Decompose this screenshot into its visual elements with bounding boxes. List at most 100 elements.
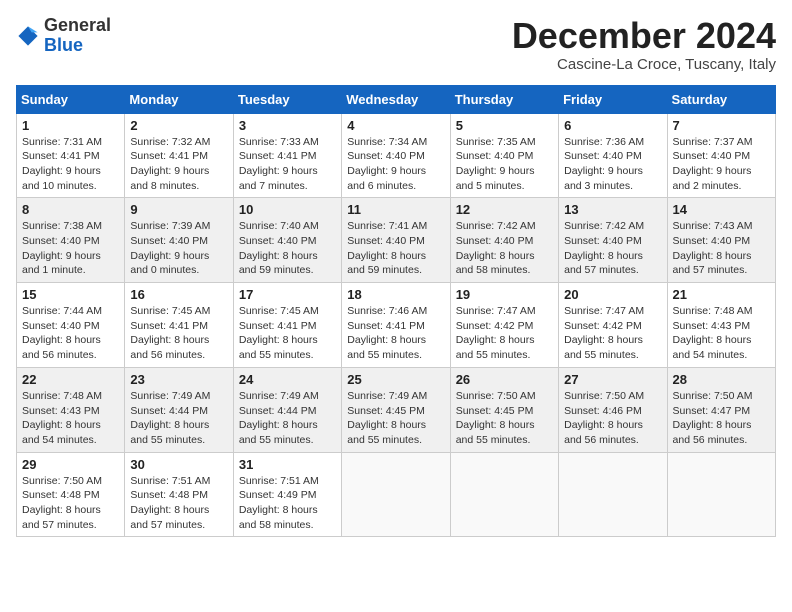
day-number: 22 — [22, 372, 119, 387]
logo-general: General — [44, 15, 111, 35]
logo-text: General Blue — [44, 16, 111, 56]
day-detail: Sunrise: 7:51 AMSunset: 4:49 PMDaylight:… — [239, 474, 336, 533]
calendar-week-2: 8Sunrise: 7:38 AMSunset: 4:40 PMDaylight… — [17, 198, 776, 283]
day-detail: Sunrise: 7:47 AMSunset: 4:42 PMDaylight:… — [456, 304, 553, 363]
day-number: 2 — [130, 118, 227, 133]
day-number: 6 — [564, 118, 661, 133]
month-title: December 2024 — [512, 16, 776, 56]
day-detail: Sunrise: 7:50 AMSunset: 4:46 PMDaylight:… — [564, 389, 661, 448]
calendar-week-1: 1 Sunrise: 7:31 AMSunset: 4:41 PMDaylight… — [17, 113, 776, 198]
day-number: 17 — [239, 287, 336, 302]
col-header-saturday: Saturday — [667, 85, 775, 113]
calendar-cell: 9Sunrise: 7:39 AMSunset: 4:40 PMDaylight… — [125, 198, 233, 283]
calendar-cell: 22 Sunrise: 7:48 AMSunset: 4:43 PMDayligh… — [17, 367, 125, 452]
day-number: 19 — [456, 287, 553, 302]
col-header-sunday: Sunday — [17, 85, 125, 113]
calendar-cell: 24 Sunrise: 7:49 AMSunset: 4:44 PMDayligh… — [233, 367, 341, 452]
day-detail: Sunrise: 7:45 AMSunset: 4:41 PMDaylight:… — [239, 304, 336, 363]
calendar-cell: 21Sunrise: 7:48 AMSunset: 4:43 PMDayligh… — [667, 283, 775, 368]
calendar-table: SundayMondayTuesdayWednesdayThursdayFrid… — [16, 85, 776, 538]
col-header-thursday: Thursday — [450, 85, 558, 113]
calendar-cell: 27 Sunrise: 7:50 AMSunset: 4:46 PMDayligh… — [559, 367, 667, 452]
calendar-cell: 12Sunrise: 7:42 AMSunset: 4:40 PMDayligh… — [450, 198, 558, 283]
col-header-friday: Friday — [559, 85, 667, 113]
day-detail: Sunrise: 7:42 AMSunset: 4:40 PMDaylight:… — [564, 219, 661, 278]
day-detail: Sunrise: 7:38 AMSunset: 4:40 PMDaylight:… — [22, 219, 119, 278]
calendar-cell — [342, 452, 450, 537]
day-detail: Sunrise: 7:40 AMSunset: 4:40 PMDaylight:… — [239, 219, 336, 278]
day-number: 25 — [347, 372, 444, 387]
day-detail: Sunrise: 7:49 AMSunset: 4:45 PMDaylight:… — [347, 389, 444, 448]
calendar-week-4: 22 Sunrise: 7:48 AMSunset: 4:43 PMDayligh… — [17, 367, 776, 452]
day-number: 26 — [456, 372, 553, 387]
day-detail: Sunrise: 7:50 AMSunset: 4:48 PMDaylight:… — [22, 474, 119, 533]
logo: General Blue — [16, 16, 111, 56]
day-number: 16 — [130, 287, 227, 302]
day-detail: Sunrise: 7:33 AMSunset: 4:41 PMDaylight:… — [239, 135, 336, 194]
day-detail: Sunrise: 7:50 AMSunset: 4:47 PMDaylight:… — [673, 389, 770, 448]
day-number: 24 — [239, 372, 336, 387]
day-detail: Sunrise: 7:41 AMSunset: 4:40 PMDaylight:… — [347, 219, 444, 278]
day-detail: Sunrise: 7:35 AMSunset: 4:40 PMDaylight:… — [456, 135, 553, 194]
day-number: 4 — [347, 118, 444, 133]
day-detail: Sunrise: 7:51 AMSunset: 4:48 PMDaylight:… — [130, 474, 227, 533]
calendar-cell: 6 Sunrise: 7:36 AMSunset: 4:40 PMDaylight… — [559, 113, 667, 198]
day-number: 29 — [22, 457, 119, 472]
day-detail: Sunrise: 7:46 AMSunset: 4:41 PMDaylight:… — [347, 304, 444, 363]
day-detail: Sunrise: 7:49 AMSunset: 4:44 PMDaylight:… — [239, 389, 336, 448]
page-header: General Blue December 2024 Cascine-La Cr… — [16, 16, 776, 73]
calendar-cell: 28 Sunrise: 7:50 AMSunset: 4:47 PMDayligh… — [667, 367, 775, 452]
calendar-cell: 5 Sunrise: 7:35 AMSunset: 4:40 PMDaylight… — [450, 113, 558, 198]
day-number: 11 — [347, 202, 444, 217]
calendar-cell: 13 Sunrise: 7:42 AMSunset: 4:40 PMDayligh… — [559, 198, 667, 283]
calendar-cell: 2Sunrise: 7:32 AMSunset: 4:41 PMDaylight… — [125, 113, 233, 198]
day-number: 21 — [673, 287, 770, 302]
day-number: 7 — [673, 118, 770, 133]
day-detail: Sunrise: 7:36 AMSunset: 4:40 PMDaylight:… — [564, 135, 661, 194]
calendar-cell: 18 Sunrise: 7:46 AMSunset: 4:41 PMDayligh… — [342, 283, 450, 368]
calendar-cell: 8Sunrise: 7:38 AMSunset: 4:40 PMDaylight… — [17, 198, 125, 283]
calendar-cell: 23Sunrise: 7:49 AMSunset: 4:44 PMDayligh… — [125, 367, 233, 452]
day-detail: Sunrise: 7:49 AMSunset: 4:44 PMDaylight:… — [130, 389, 227, 448]
location-title: Cascine-La Croce, Tuscany, Italy — [512, 56, 776, 73]
calendar-cell: 4 Sunrise: 7:34 AMSunset: 4:40 PMDaylight… — [342, 113, 450, 198]
day-detail: Sunrise: 7:34 AMSunset: 4:40 PMDaylight:… — [347, 135, 444, 194]
day-detail: Sunrise: 7:37 AMSunset: 4:40 PMDaylight:… — [673, 135, 770, 194]
day-number: 28 — [673, 372, 770, 387]
calendar-header-row: SundayMondayTuesdayWednesdayThursdayFrid… — [17, 85, 776, 113]
calendar-cell: 11 Sunrise: 7:41 AMSunset: 4:40 PMDayligh… — [342, 198, 450, 283]
day-number: 20 — [564, 287, 661, 302]
day-number: 31 — [239, 457, 336, 472]
logo-blue: Blue — [44, 35, 83, 55]
calendar-cell: 26Sunrise: 7:50 AMSunset: 4:45 PMDayligh… — [450, 367, 558, 452]
calendar-cell: 3 Sunrise: 7:33 AMSunset: 4:41 PMDaylight… — [233, 113, 341, 198]
calendar-cell: 29 Sunrise: 7:50 AMSunset: 4:48 PMDayligh… — [17, 452, 125, 537]
day-number: 27 — [564, 372, 661, 387]
day-number: 15 — [22, 287, 119, 302]
day-number: 30 — [130, 457, 227, 472]
calendar-cell: 25 Sunrise: 7:49 AMSunset: 4:45 PMDayligh… — [342, 367, 450, 452]
day-detail: Sunrise: 7:48 AMSunset: 4:43 PMDaylight:… — [22, 389, 119, 448]
calendar-cell: 19 Sunrise: 7:47 AMSunset: 4:42 PMDayligh… — [450, 283, 558, 368]
day-detail: Sunrise: 7:31 AMSunset: 4:41 PMDaylight:… — [22, 135, 119, 194]
day-number: 12 — [456, 202, 553, 217]
calendar-week-3: 15 Sunrise: 7:44 AMSunset: 4:40 PMDayligh… — [17, 283, 776, 368]
day-number: 10 — [239, 202, 336, 217]
logo-icon — [16, 24, 40, 48]
day-detail: Sunrise: 7:43 AMSunset: 4:40 PMDaylight:… — [673, 219, 770, 278]
col-header-wednesday: Wednesday — [342, 85, 450, 113]
calendar-cell — [667, 452, 775, 537]
day-number: 1 — [22, 118, 119, 133]
day-number: 18 — [347, 287, 444, 302]
day-number: 13 — [564, 202, 661, 217]
calendar-cell: 15 Sunrise: 7:44 AMSunset: 4:40 PMDayligh… — [17, 283, 125, 368]
day-number: 3 — [239, 118, 336, 133]
title-area: December 2024 Cascine-La Croce, Tuscany,… — [512, 16, 776, 73]
col-header-monday: Monday — [125, 85, 233, 113]
day-number: 5 — [456, 118, 553, 133]
col-header-tuesday: Tuesday — [233, 85, 341, 113]
day-detail: Sunrise: 7:44 AMSunset: 4:40 PMDaylight:… — [22, 304, 119, 363]
calendar-cell — [450, 452, 558, 537]
calendar-cell: 1 Sunrise: 7:31 AMSunset: 4:41 PMDaylight… — [17, 113, 125, 198]
calendar-cell — [559, 452, 667, 537]
